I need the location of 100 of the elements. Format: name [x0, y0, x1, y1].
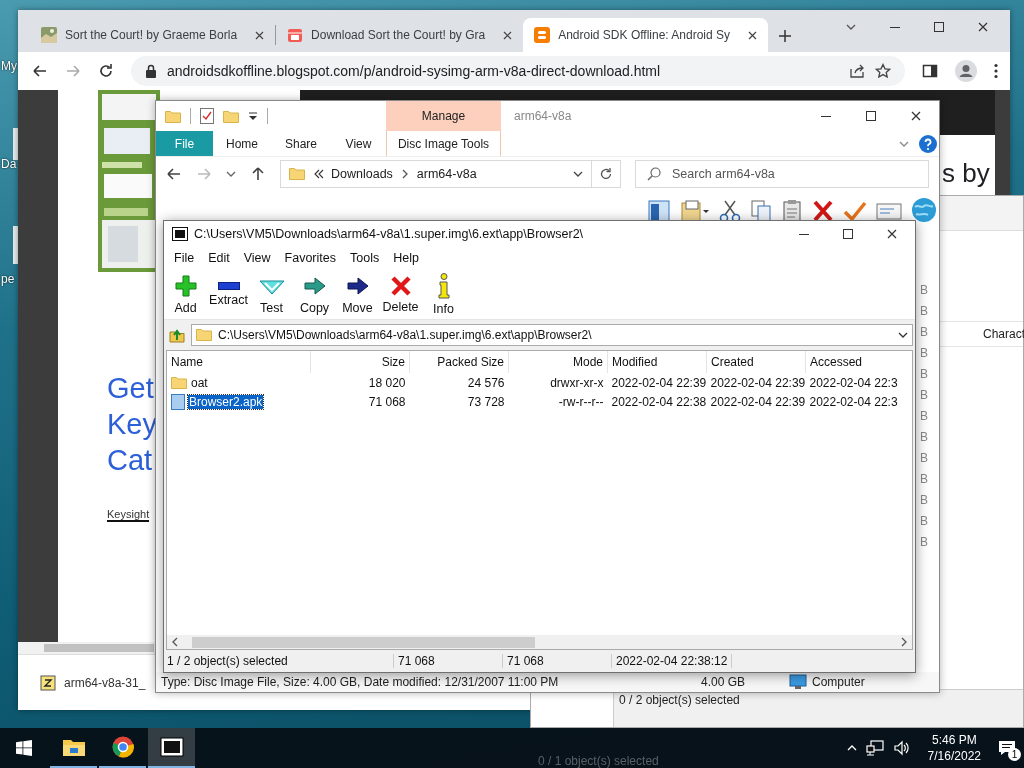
toolbar-button[interactable]: Test	[250, 269, 293, 319]
properties-icon[interactable]	[200, 108, 214, 124]
toolbar-button[interactable]: Delete	[379, 269, 422, 319]
close-icon[interactable]	[887, 229, 897, 239]
show-hidden-icons[interactable]	[846, 743, 857, 753]
dropdown-icon[interactable]	[248, 111, 258, 121]
toolbar-button[interactable]: Extract	[207, 269, 250, 319]
refresh-button[interactable]	[591, 160, 621, 188]
menu-item[interactable]: View	[236, 249, 278, 267]
table-cell-text: -rw-r--r--	[557, 393, 605, 411]
new-tab-icon[interactable]	[778, 29, 793, 43]
help-icon[interactable]	[919, 134, 937, 153]
close-tab-icon[interactable]	[503, 30, 513, 40]
up-icon[interactable]	[250, 166, 266, 182]
clipboard-icon[interactable]	[781, 199, 803, 223]
close-tab-icon[interactable]	[748, 30, 758, 40]
menu-item[interactable]: Help	[386, 249, 426, 267]
reload-icon[interactable]	[98, 63, 114, 79]
copy-icon[interactable]	[750, 199, 772, 223]
path-field[interactable]: C:\Users\VM5\Downloads\arm64-v8a\1.super.img\6.ext\app\Browser2\	[191, 324, 913, 346]
ribbon-tab[interactable]: Home	[213, 131, 271, 156]
check-icon[interactable]	[843, 199, 867, 223]
table-cell-text: B	[920, 450, 928, 467]
scrollbar[interactable]	[44, 644, 154, 652]
back-icon[interactable]	[32, 63, 48, 79]
browser-tab[interactable]: Android SDK Offline: Android Sy	[523, 18, 769, 52]
dropdown-icon[interactable]	[898, 330, 908, 340]
ribbon-tab[interactable]: View	[331, 131, 386, 156]
column-header[interactable]: Name	[167, 351, 311, 373]
desktop-icon-label[interactable]: Da	[1, 157, 17, 171]
share-icon[interactable]	[849, 63, 865, 79]
column-header[interactable]: Charact	[983, 327, 1024, 341]
tab-search-icon[interactable]	[846, 22, 856, 32]
delete-icon[interactable]	[812, 199, 834, 223]
archive-app-icon[interactable]	[159, 737, 184, 757]
maximize-icon[interactable]	[934, 22, 944, 32]
menu-item[interactable]: File	[167, 249, 202, 267]
close-tab-icon[interactable]	[255, 30, 265, 40]
desktop-icon-label[interactable]: My	[1, 59, 17, 73]
scroll-right-icon[interactable]	[899, 637, 909, 647]
tab-link[interactable]: Keysight	[107, 508, 150, 522]
menu-item[interactable]: Edit	[201, 249, 237, 267]
column-header[interactable]: Packed Size	[409, 351, 509, 373]
column-header[interactable]: Mode	[508, 351, 608, 373]
history-chevron-icon[interactable]	[314, 169, 324, 179]
browser-tab[interactable]: Download Sort the Court! by Gra	[276, 18, 524, 52]
scissors-icon[interactable]	[719, 199, 741, 223]
close-icon[interactable]	[911, 111, 921, 121]
browser-tab[interactable]: Sort the Court! by Graeme Borla	[30, 18, 276, 52]
volume-icon[interactable]	[892, 740, 911, 756]
breadcrumb-item[interactable]: arm64-v8a	[416, 167, 477, 181]
scrollbar[interactable]	[192, 636, 535, 648]
table-cell-text: B	[920, 408, 928, 425]
toolbar-button[interactable]: Info	[422, 269, 465, 319]
breadcrumb-item[interactable]: Downloads	[331, 167, 393, 181]
layout-icon[interactable]	[647, 199, 671, 223]
menu-icon[interactable]	[994, 63, 998, 79]
maximize-icon[interactable]	[866, 111, 876, 121]
star-icon[interactable]	[875, 63, 891, 79]
address-bar[interactable]: Downloads arm64-v8a	[280, 160, 592, 188]
lock-icon[interactable]	[145, 64, 157, 78]
search-field[interactable]: Search arm64-v8a	[635, 160, 929, 188]
ribbon-tab[interactable]: Disc Image Tools	[386, 131, 501, 156]
download-filename[interactable]: arm64-v8a-31_	[64, 675, 146, 690]
back-icon[interactable]	[166, 166, 182, 182]
up-folder-icon[interactable]	[169, 327, 185, 343]
browser-icon[interactable]	[111, 736, 134, 758]
toolbar-button[interactable]: Add	[164, 269, 207, 319]
network-icon[interactable]	[865, 740, 884, 756]
recent-locations-icon[interactable]	[226, 169, 236, 179]
column-header[interactable]: Accessed	[805, 351, 912, 373]
close-icon[interactable]	[978, 22, 988, 32]
status-text: 0 / 2 object(s) selected	[619, 693, 740, 707]
address-bar[interactable]: androidsdkoffline.blogspot.com/p/android-sysimg-arm-v8a-direct-download.html	[131, 56, 905, 86]
table-cell[interactable]: oat	[167, 373, 311, 392]
toolbar-button[interactable]: Copy	[293, 269, 336, 319]
table-cell[interactable]: Browser2.apk	[167, 392, 311, 411]
contextual-tab-label[interactable]: Manage	[386, 101, 501, 131]
table-cell: 2022-02-04 22:39	[706, 392, 806, 411]
side-panel-icon[interactable]	[922, 63, 938, 79]
archive-icon[interactable]	[40, 674, 56, 691]
menu-item[interactable]: Favorites	[277, 249, 343, 267]
window-title: C:\Users\VM5\Downloads\arm64-v8a\1.super.img\6.ext\app\Browser2\	[194, 227, 585, 241]
scroll-left-icon[interactable]	[170, 637, 180, 647]
desktop-icon-label[interactable]: pe	[1, 272, 15, 286]
taskbar-app[interactable]	[148, 728, 195, 768]
column-header[interactable]: Size	[310, 351, 410, 373]
maximize-icon[interactable]	[843, 229, 853, 239]
clock-date[interactable]: 7/16/2022	[927, 748, 981, 764]
toolbar-button[interactable]: Move	[336, 269, 379, 319]
menu-item[interactable]: Tools	[343, 249, 387, 267]
ribbon-tab[interactable]: Share	[271, 131, 331, 156]
globe-icon[interactable]	[911, 197, 937, 223]
clock-time[interactable]: 5:46 PM	[931, 732, 977, 748]
column-header[interactable]: Created	[706, 351, 806, 373]
column-header[interactable]: Modified	[607, 351, 707, 373]
folder-icon[interactable]	[61, 737, 86, 757]
address-dropdown-icon[interactable]	[573, 169, 583, 179]
profile-icon[interactable]	[955, 60, 977, 82]
plus-icon	[173, 273, 198, 298]
